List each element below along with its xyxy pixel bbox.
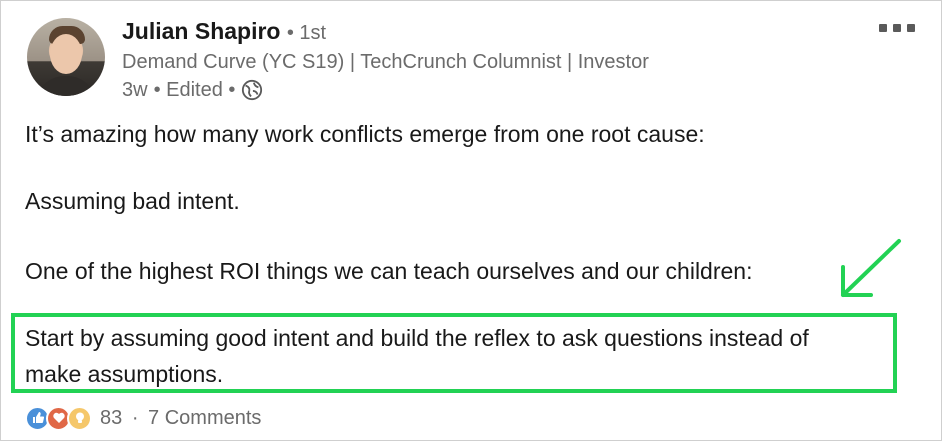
- more-dot-icon: [893, 24, 901, 32]
- reactions-bar: 83 · 7 Comments: [25, 404, 261, 432]
- more-dot-icon: [879, 24, 887, 32]
- post-meta: 3w • Edited •: [122, 76, 263, 104]
- comments-link[interactable]: 7 Comments: [148, 407, 261, 429]
- separator: ·: [131, 406, 139, 429]
- post-paragraph: One of the highest ROI things we can tea…: [25, 258, 753, 284]
- more-dot-icon: [907, 24, 915, 32]
- author-name[interactable]: Julian Shapiro: [122, 18, 280, 44]
- connection-degree: • 1st: [286, 22, 327, 44]
- more-options-button[interactable]: [879, 21, 919, 35]
- arrow-icon: [841, 239, 901, 297]
- post-card: Julian Shapiro • 1st Demand Curve (YC S1…: [0, 0, 942, 441]
- highlight-box: [11, 313, 897, 393]
- reaction-count[interactable]: 83: [100, 407, 122, 429]
- avatar-face: [50, 34, 82, 74]
- post-age[interactable]: 3w: [122, 76, 148, 104]
- avatar-shirt: [35, 76, 97, 96]
- edited-label: • Edited •: [153, 79, 236, 101]
- post-paragraph: It’s amazing how many work conflicts eme…: [25, 121, 705, 147]
- post-paragraph: Assuming bad intent.: [25, 188, 240, 214]
- avatar[interactable]: [27, 18, 105, 96]
- engagement-counts: 83 · 7 Comments: [100, 407, 261, 430]
- author-name-row: Julian Shapiro • 1st: [122, 16, 326, 48]
- author-headline: Demand Curve (YC S19) | TechCrunch Colum…: [122, 51, 649, 73]
- globe-icon: [242, 79, 263, 101]
- insight-icon[interactable]: [67, 405, 92, 431]
